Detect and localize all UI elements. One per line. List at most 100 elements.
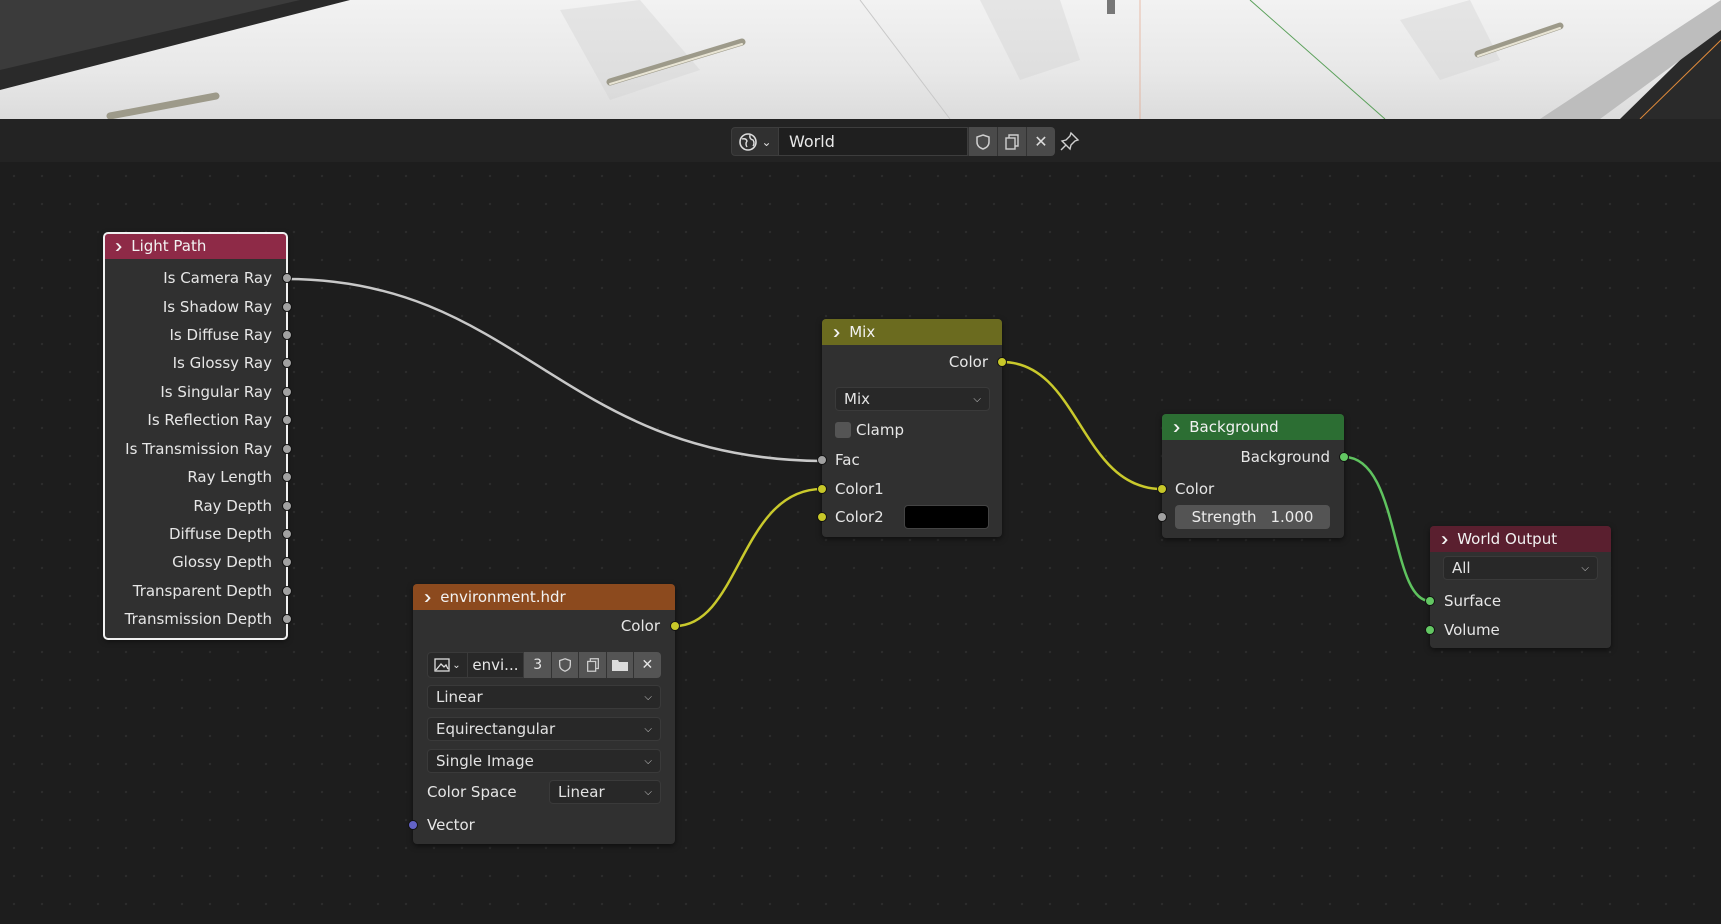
image-name-field[interactable]: envi... — [467, 652, 525, 678]
source-value: Single Image — [436, 752, 534, 770]
interpolation-dropdown[interactable]: Linear ⌵ — [427, 685, 661, 709]
chevron-down-icon: ⌵ — [1581, 562, 1589, 574]
blend-mode-dropdown[interactable]: Mix ⌵ — [835, 387, 990, 411]
color-space-label: Color Space — [427, 783, 517, 801]
output-glossy-depth: Glossy Depth — [172, 553, 272, 571]
socket-surface[interactable] — [1425, 596, 1435, 606]
image-icon — [434, 658, 450, 672]
mix-node-header[interactable]: ❯ Mix — [822, 319, 1002, 345]
shield-icon — [559, 658, 572, 672]
surface-label: Surface — [1444, 592, 1502, 610]
background-node[interactable]: ❯ Background Background Color Strength 1… — [1157, 414, 1349, 538]
open-image-button[interactable] — [605, 652, 633, 678]
duplicate-icon — [1005, 133, 1019, 150]
browse-world-button[interactable]: ⌄ — [731, 127, 779, 156]
chevron-down-icon: ⌵ — [973, 393, 981, 405]
projection-dropdown[interactable]: Equirectangular ⌵ — [427, 717, 661, 741]
socket-is-glossy-ray[interactable] — [282, 358, 292, 368]
socket-is-singular-ray[interactable] — [282, 387, 292, 397]
unlink-button[interactable]: ✕ — [1026, 127, 1055, 156]
fac-label: Fac — [835, 451, 860, 469]
socket-environment-color-output[interactable] — [670, 621, 680, 631]
collapse-chevron-icon[interactable]: ❯ — [423, 592, 432, 601]
light-path-node[interactable]: ❯ Light Path Is Camera Ray Is Shadow Ray… — [103, 232, 292, 640]
interpolation-value: Linear — [436, 688, 483, 706]
node-title: environment.hdr — [440, 588, 566, 606]
mix-node[interactable]: ❯ Mix Color Mix ⌵ Clamp Fac Color1 Color… — [817, 319, 1007, 537]
socket-is-camera-ray[interactable] — [282, 273, 292, 283]
strength-value: 1.000 — [1270, 508, 1314, 526]
socket-is-diffuse-ray[interactable] — [282, 330, 292, 340]
volume-label: Volume — [1444, 621, 1500, 639]
source-dropdown[interactable]: Single Image ⌵ — [427, 749, 661, 773]
browse-image-button[interactable]: ⌄ — [427, 652, 468, 678]
socket-vector[interactable] — [408, 820, 418, 830]
world-output-node-header[interactable]: ❯ World Output — [1430, 526, 1611, 552]
world-name-field[interactable]: World — [779, 127, 968, 156]
socket-background-color[interactable] — [1157, 484, 1167, 494]
color-label: Color — [1175, 480, 1215, 498]
light-path-node-header[interactable]: ❯ Light Path — [104, 233, 287, 259]
collapse-chevron-icon[interactable]: ❯ — [1172, 422, 1181, 431]
socket-volume[interactable] — [1425, 625, 1435, 635]
color-space-dropdown[interactable]: Linear ⌵ — [549, 780, 661, 804]
output-is-glossy-ray: Is Glossy Ray — [172, 354, 272, 372]
socket-mix-color-output[interactable] — [997, 357, 1007, 367]
fake-user-button[interactable] — [968, 127, 997, 156]
socket-background-output[interactable] — [1339, 452, 1349, 462]
pin-icon — [1060, 131, 1080, 151]
collapse-chevron-icon[interactable]: ❯ — [832, 327, 841, 336]
socket-transparent-depth[interactable] — [282, 586, 292, 596]
socket-ray-depth[interactable] — [282, 501, 292, 511]
vector-label: Vector — [427, 816, 475, 834]
node-title: Mix — [849, 323, 876, 341]
socket-transmission-depth[interactable] — [282, 614, 292, 624]
output-is-camera-ray: Is Camera Ray — [163, 269, 272, 287]
environment-node-header[interactable]: ❯ environment.hdr — [413, 584, 675, 610]
output-color-label: Color — [620, 617, 660, 635]
output-diffuse-depth: Diffuse Depth — [168, 525, 272, 543]
strength-field[interactable]: Strength 1.000 — [1175, 505, 1330, 529]
pin-button[interactable] — [1058, 129, 1082, 153]
chevron-down-icon: ⌵ — [644, 723, 652, 735]
socket-is-reflection-ray[interactable] — [282, 415, 292, 425]
clamp-checkbox[interactable] — [835, 422, 851, 438]
socket-strength[interactable] — [1157, 512, 1167, 522]
duplicate-button[interactable] — [997, 127, 1026, 156]
output-transmission-depth: Transmission Depth — [124, 610, 272, 628]
color1-label: Color1 — [835, 480, 884, 498]
output-is-shadow-ray: Is Shadow Ray — [162, 298, 272, 316]
image-fake-user-button[interactable] — [551, 652, 579, 678]
output-ray-length: Ray Length — [187, 468, 272, 486]
image-duplicate-button[interactable] — [578, 652, 606, 678]
environment-texture-node[interactable]: ❯ environment.hdr Color ⌄ envi... 3 ✕ Li… — [408, 584, 680, 844]
background-node-header[interactable]: ❯ Background — [1162, 414, 1344, 440]
chevron-down-icon: ⌵ — [644, 786, 652, 798]
socket-glossy-depth[interactable] — [282, 557, 292, 567]
socket-diffuse-depth[interactable] — [282, 529, 292, 539]
target-dropdown[interactable]: All ⌵ — [1443, 556, 1598, 580]
color-space-value: Linear — [558, 783, 605, 801]
color2-label: Color2 — [835, 508, 884, 526]
socket-ray-length[interactable] — [282, 472, 292, 482]
output-is-singular-ray: Is Singular Ray — [160, 383, 272, 401]
image-users-count[interactable]: 3 — [524, 652, 552, 678]
close-icon: ✕ — [1034, 132, 1048, 151]
output-transparent-depth: Transparent Depth — [132, 582, 272, 600]
output-is-diffuse-ray: Is Diffuse Ray — [169, 326, 272, 344]
unlink-image-button[interactable]: ✕ — [632, 652, 661, 678]
chevron-down-icon: ⌵ — [644, 755, 652, 767]
chevron-down-icon: ⌄ — [452, 659, 461, 671]
strength-label: Strength — [1191, 508, 1257, 526]
color2-swatch[interactable] — [904, 505, 989, 529]
collapse-chevron-icon[interactable]: ❯ — [114, 241, 123, 250]
socket-is-shadow-ray[interactable] — [282, 302, 292, 312]
collapse-chevron-icon[interactable]: ❯ — [1440, 534, 1449, 543]
socket-is-transmission-ray[interactable] — [282, 444, 292, 454]
socket-color1[interactable] — [817, 484, 827, 494]
socket-fac[interactable] — [817, 455, 827, 465]
world-output-node[interactable]: ❯ World Output All ⌵ Surface Volume — [1425, 526, 1611, 648]
socket-color2[interactable] — [817, 512, 827, 522]
3d-viewport[interactable] — [0, 0, 1721, 119]
output-is-transmission-ray: Is Transmission Ray — [125, 440, 272, 458]
